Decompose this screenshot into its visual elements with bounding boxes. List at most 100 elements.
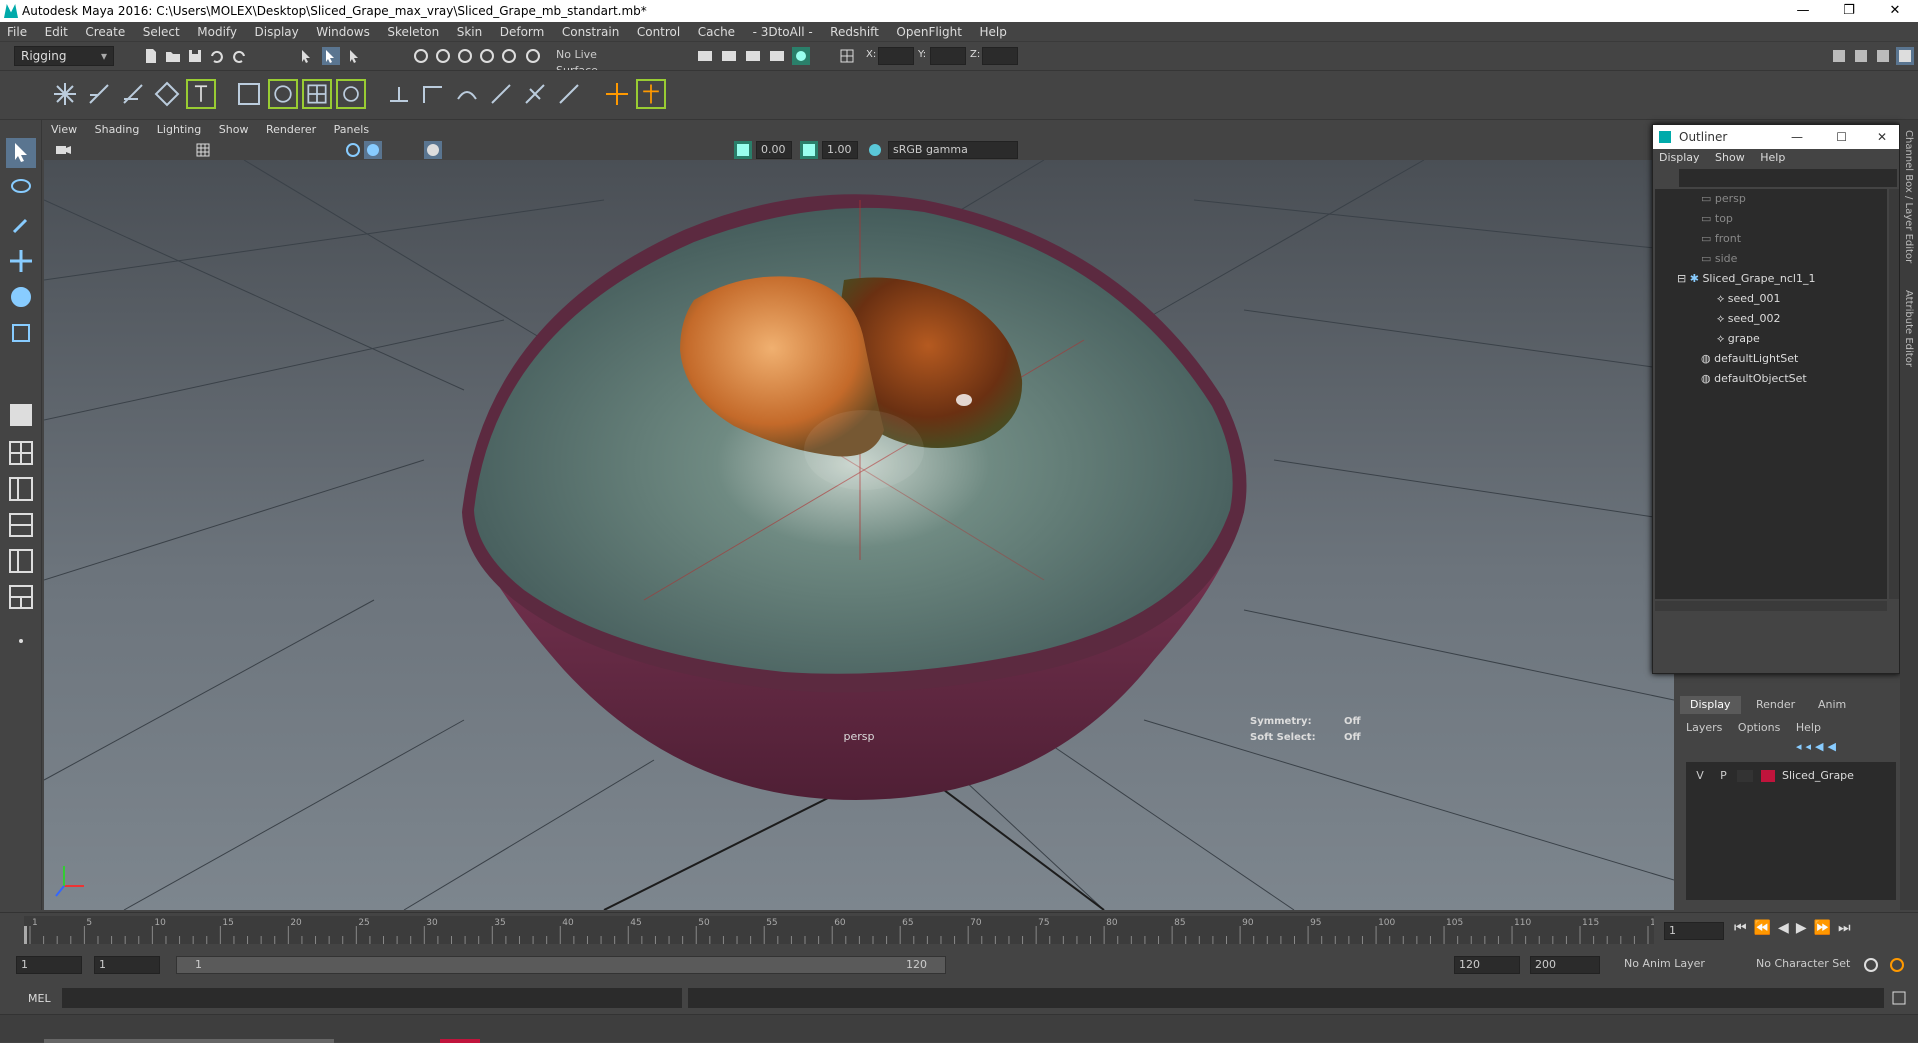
playback-end-field[interactable]: 120 [1454, 956, 1520, 974]
bind-skin-icon[interactable] [234, 79, 264, 109]
menu-skin[interactable]: Skin [450, 22, 490, 42]
script-language-label[interactable]: MEL [28, 992, 51, 1005]
maximize-button[interactable]: ❐ [1826, 0, 1872, 22]
snap-point-icon[interactable] [456, 47, 474, 65]
live-surface-label[interactable]: No Live Surface [552, 47, 644, 77]
viewport-menu-renderer[interactable]: Renderer [259, 120, 323, 140]
layer-menu-help[interactable]: Help [1790, 721, 1827, 734]
ik-spline-icon[interactable] [118, 79, 148, 109]
layer-visibility-toggle[interactable]: V [1690, 766, 1710, 786]
outliner-item-default-object-set[interactable]: ◍ defaultObjectSet [1701, 369, 1807, 389]
layer-menu-options[interactable]: Options [1732, 721, 1786, 734]
grid-toggle-icon[interactable] [194, 141, 212, 159]
attribute-editor-toggle-icon[interactable] [1852, 47, 1870, 65]
menu-edit[interactable]: Edit [38, 22, 75, 42]
ik-handle-icon[interactable] [84, 79, 114, 109]
time-ruler[interactable]: 1 5 10 15 20 25 30 35 40 45 50 55 60 65 70 75 80 85 90 95 10… [24, 916, 1654, 944]
current-frame-field[interactable]: 1 [1664, 922, 1724, 940]
view-transform-dropdown[interactable]: sRGB gamma [888, 141, 1018, 159]
exposure-icon[interactable] [734, 141, 752, 159]
select-component-icon[interactable] [346, 47, 364, 65]
outliner-search-input[interactable] [1679, 169, 1897, 187]
outliner-item-front[interactable]: ▭ front [1701, 229, 1741, 249]
snap-curve-icon[interactable] [434, 47, 452, 65]
select-camera-icon[interactable] [54, 141, 72, 159]
outliner-item-sliced-grape-group[interactable]: ⊟ ✱ Sliced_Grape_ncl1_1 [1677, 269, 1815, 289]
wireframe-shading-icon[interactable] [344, 141, 362, 159]
layer-color-swatch[interactable] [1760, 770, 1775, 782]
menu-select[interactable]: Select [136, 22, 187, 42]
point-constraint-icon[interactable] [384, 79, 414, 109]
range-slider-bar[interactable]: 1 120 [176, 956, 946, 974]
outliner-minimize-button[interactable]: — [1791, 125, 1803, 149]
menu-set-dropdown[interactable]: Rigging [14, 46, 114, 66]
z-coordinate-field[interactable] [982, 47, 1018, 65]
render-settings-icon[interactable] [768, 47, 786, 65]
animation-end-field[interactable]: 200 [1530, 956, 1600, 974]
menu-deform[interactable]: Deform [493, 22, 552, 42]
layer-row-sliced-grape[interactable]: V P Sliced_Grape [1690, 766, 1890, 786]
viewport-menu-shading[interactable]: Shading [88, 120, 147, 140]
outliner-maximize-button[interactable]: ☐ [1836, 125, 1847, 149]
minimize-button[interactable]: — [1780, 0, 1826, 22]
channel-box-tab[interactable]: Channel Box / Layer Editor [1903, 130, 1914, 263]
collapse-toggle-icon[interactable]: ⊟ [1677, 272, 1686, 285]
outliner-vertical-scrollbar[interactable] [1889, 189, 1899, 599]
collapse-toolbox-icon[interactable] [6, 626, 36, 656]
anim-layer-dropdown[interactable]: No Anim Layer [1620, 956, 1744, 974]
menu-skeleton[interactable]: Skeleton [380, 22, 446, 42]
tool-settings-toggle-icon[interactable] [1874, 47, 1892, 65]
lasso-tool-icon[interactable] [6, 174, 36, 204]
layer-playback-toggle[interactable]: P [1714, 766, 1734, 786]
insert-joint-icon[interactable] [186, 79, 216, 109]
menu-3dtoall[interactable]: - 3DtoAll - [746, 22, 820, 42]
menu-file[interactable]: File [0, 22, 34, 42]
persp-graph-layout-icon[interactable] [6, 510, 36, 540]
menu-control[interactable]: Control [630, 22, 687, 42]
lattice-icon[interactable] [302, 79, 332, 109]
play-backward-icon[interactable]: ◀ [1778, 920, 1796, 936]
auto-key-icon[interactable] [1862, 956, 1880, 974]
go-to-start-icon[interactable]: ⏮ [1734, 920, 1754, 936]
select-object-icon[interactable] [322, 47, 340, 65]
viewport-menu-lighting[interactable]: Lighting [150, 120, 208, 140]
paint-select-tool-icon[interactable] [6, 210, 36, 240]
cluster-icon[interactable] [336, 79, 366, 109]
undo-icon[interactable] [208, 47, 226, 65]
menu-openflight[interactable]: OpenFlight [889, 22, 969, 42]
go-to-end-icon[interactable]: ⏭ [1838, 920, 1858, 936]
persp-outliner-layout-icon[interactable] [6, 474, 36, 504]
outliner-item-grape[interactable]: ⟡ grape [1717, 329, 1760, 349]
current-time-marker[interactable] [24, 926, 27, 944]
animation-start-field[interactable]: 1 [16, 956, 82, 974]
menu-constrain[interactable]: Constrain [555, 22, 627, 42]
select-tool-icon[interactable] [6, 138, 36, 168]
outliner-menu-show[interactable]: Show [1709, 149, 1751, 167]
viewport-menu-show[interactable]: Show [212, 120, 256, 140]
layer-tab-render[interactable]: Render [1746, 696, 1805, 714]
layer-name[interactable]: Sliced_Grape [1782, 769, 1854, 782]
color-management-icon[interactable] [866, 141, 884, 159]
step-back-icon[interactable]: ⏪ [1754, 920, 1778, 936]
layer-menu-layers[interactable]: Layers [1680, 721, 1728, 734]
outliner-menu-display[interactable]: Display [1653, 149, 1706, 167]
outliner-item-seed-002[interactable]: ⟡ seed_002 [1717, 309, 1781, 329]
scale-tool-icon[interactable] [6, 318, 36, 348]
outliner-item-side[interactable]: ▭ side [1701, 249, 1737, 269]
menu-redshift[interactable]: Redshift [823, 22, 886, 42]
hik-character-icon[interactable] [636, 79, 666, 109]
aim-constraint-icon[interactable] [418, 79, 448, 109]
modeling-toolkit-icon[interactable] [1830, 47, 1848, 65]
layer-tab-display[interactable]: Display [1680, 696, 1741, 714]
select-hierarchy-icon[interactable] [298, 47, 316, 65]
custom-layout-icon[interactable] [6, 582, 36, 612]
attribute-editor-tab[interactable]: Attribute Editor [1903, 290, 1914, 367]
viewport-menu-view[interactable]: View [44, 120, 84, 140]
play-forward-icon[interactable]: ▶ [1796, 920, 1814, 936]
new-scene-icon[interactable] [142, 47, 160, 65]
outliner-menu-help[interactable]: Help [1754, 149, 1791, 167]
transform-mode-icon[interactable] [838, 47, 856, 65]
outliner-horizontal-scrollbar[interactable] [1655, 601, 1887, 611]
gamma-icon[interactable] [800, 141, 818, 159]
rotate-tool-icon[interactable] [6, 282, 36, 312]
